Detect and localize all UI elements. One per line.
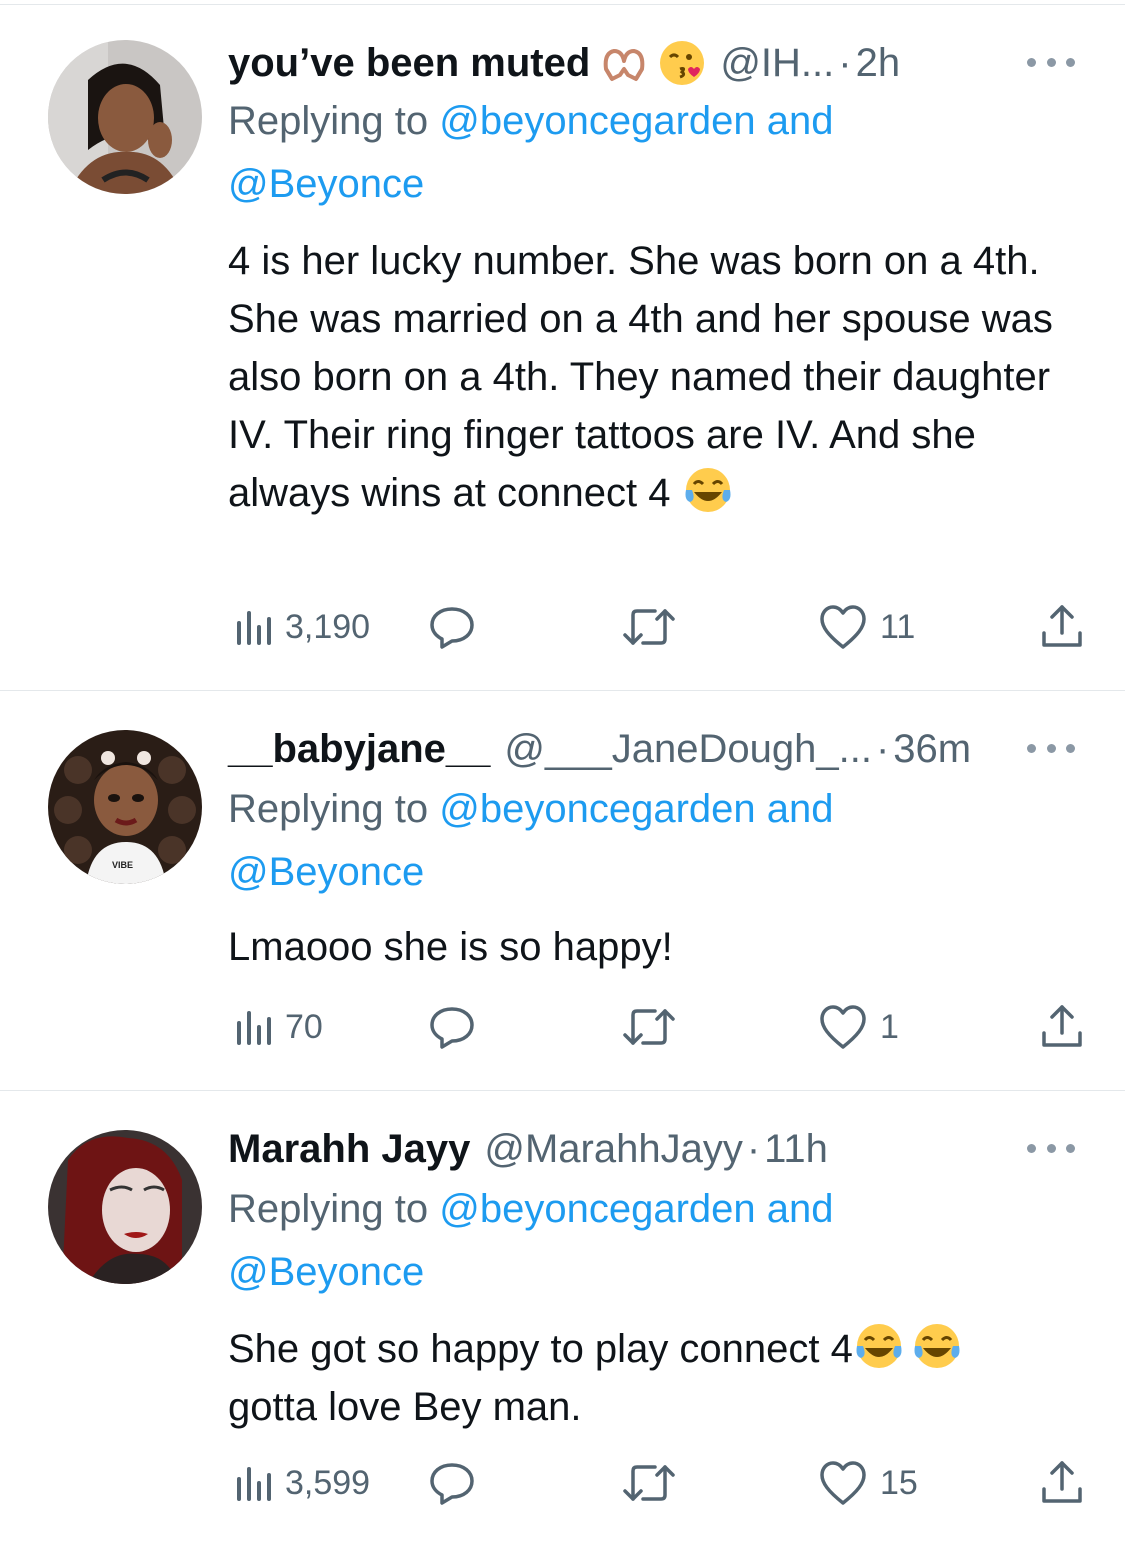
display-name[interactable]: you’ve been muted xyxy=(228,38,590,88)
tears-of-joy-emoji-icon xyxy=(914,1324,960,1368)
tweet-2[interactable]: VIBE __babyjane__ @___JaneDough_... · 36… xyxy=(0,692,1125,1092)
avatar[interactable]: VIBE xyxy=(48,730,202,884)
tweet-text: She got so happy to play connect 4 gotta… xyxy=(228,1320,1068,1436)
tweet-divider xyxy=(0,690,1125,691)
tweet-header: you’ve been muted @IH... · 2h xyxy=(228,38,900,88)
more-icon[interactable] xyxy=(1027,1138,1075,1158)
replying-to: Replying to @beyoncegarden and @Beyonce xyxy=(228,778,988,904)
mention-link[interactable]: @Beyonce xyxy=(228,850,424,894)
replying-to-label: Replying to xyxy=(228,1187,429,1231)
views-icon xyxy=(237,611,271,645)
views-button[interactable]: 3,190 xyxy=(233,602,370,652)
replying-to: Replying to @beyoncegarden and @Beyonce xyxy=(228,1178,988,1304)
tears-of-joy-emoji-icon xyxy=(685,468,731,512)
replying-to-label: Replying to xyxy=(228,787,429,831)
tweet-3[interactable]: Marahh Jayy @MarahhJayy · 11h Replying t… xyxy=(0,1092,1125,1546)
tweet-text: Lmaooo she is so happy! xyxy=(228,918,1068,976)
tweet-text-body: 4 is her lucky number. She was born on a… xyxy=(228,239,1053,515)
share-icon xyxy=(1042,605,1082,647)
mention-link[interactable]: @Beyonce xyxy=(228,1250,424,1294)
mention-and[interactable]: and xyxy=(767,1187,834,1231)
share-icon xyxy=(1042,1461,1082,1503)
tweet-actions: 3,599 15 xyxy=(228,1458,1088,1508)
tweet-divider xyxy=(0,1090,1125,1091)
share-icon xyxy=(1042,1005,1082,1047)
tweet-header: __babyjane__ @___JaneDough_... · 36m xyxy=(228,724,971,774)
retweet-icon xyxy=(623,609,675,645)
replying-to-label: Replying to xyxy=(228,99,429,143)
views-count: 3,599 xyxy=(285,1463,371,1502)
heart-hands-emoji-icon xyxy=(604,49,645,81)
share-button[interactable] xyxy=(1040,1458,1084,1508)
replying-to: Replying to @beyoncegarden and @Beyonce xyxy=(228,90,988,216)
separator-dot: · xyxy=(875,727,890,771)
tweet-header: Marahh Jayy @MarahhJayy · 11h xyxy=(228,1124,828,1174)
mention-and[interactable]: and xyxy=(767,99,834,143)
retweet-button[interactable] xyxy=(621,1002,689,1052)
tweet-text-line-2: gotta love Bey man. xyxy=(228,1385,582,1429)
like-icon xyxy=(820,1461,866,1505)
views-icon xyxy=(237,1467,271,1501)
views-icon xyxy=(237,1011,271,1045)
reply-button[interactable] xyxy=(428,602,488,652)
like-button[interactable]: 15 xyxy=(818,1458,918,1508)
tweet-actions: 70 1 xyxy=(228,1002,1088,1052)
user-handle[interactable]: @IH... xyxy=(720,38,834,88)
timestamp[interactable]: 36m xyxy=(893,724,971,774)
timestamp[interactable]: 2h xyxy=(856,38,901,88)
separator-dot: · xyxy=(838,41,852,85)
tweet-text-line-1: She got so happy to play connect 4 xyxy=(228,1327,853,1371)
like-count: 15 xyxy=(880,1463,918,1502)
retweet-icon xyxy=(623,1009,675,1045)
tweet-1[interactable]: you’ve been muted @IH... · 2h Replying t… xyxy=(0,0,1125,692)
reply-icon xyxy=(430,1463,474,1505)
kissing-face-emoji-icon xyxy=(660,41,705,85)
timestamp[interactable]: 11h xyxy=(764,1124,828,1174)
mention-link[interactable]: @beyoncegarden xyxy=(439,1187,755,1231)
tweet-actions: 3,190 11 xyxy=(228,602,1088,652)
like-icon xyxy=(820,605,866,649)
avatar[interactable] xyxy=(48,1130,202,1284)
like-button[interactable]: 1 xyxy=(818,1002,899,1052)
mention-link[interactable]: @beyoncegarden xyxy=(439,787,755,831)
retweet-button[interactable] xyxy=(621,602,689,652)
reply-button[interactable] xyxy=(428,1002,488,1052)
mention-and[interactable]: and xyxy=(767,787,834,831)
reply-icon xyxy=(430,1007,474,1049)
svg-text:VIBE: VIBE xyxy=(112,860,133,870)
reply-button[interactable] xyxy=(428,1458,488,1508)
more-icon[interactable] xyxy=(1027,52,1075,72)
display-name[interactable]: __babyjane__ xyxy=(228,724,490,774)
reply-icon xyxy=(430,607,474,649)
separator-dot: · xyxy=(746,1127,761,1171)
like-count: 1 xyxy=(880,1007,899,1046)
user-handle[interactable]: @___JaneDough_... xyxy=(504,724,872,774)
views-button[interactable]: 70 xyxy=(233,1002,323,1052)
retweet-icon xyxy=(623,1465,675,1501)
tears-of-joy-emoji-icon xyxy=(856,1324,902,1368)
tweet-text-body: Lmaooo she is so happy! xyxy=(228,925,673,969)
avatar[interactable] xyxy=(48,40,202,194)
mention-link[interactable]: @Beyonce xyxy=(228,162,424,206)
retweet-button[interactable] xyxy=(621,1458,689,1508)
views-count: 3,190 xyxy=(285,607,371,646)
like-count: 11 xyxy=(880,607,916,646)
more-icon[interactable] xyxy=(1027,738,1075,758)
like-button[interactable]: 11 xyxy=(818,602,915,652)
views-button[interactable]: 3,599 xyxy=(233,1458,370,1508)
user-handle[interactable]: @MarahhJayy xyxy=(484,1124,742,1174)
mention-link[interactable]: @beyoncegarden xyxy=(439,99,755,143)
views-count: 70 xyxy=(285,1007,323,1046)
display-name[interactable]: Marahh Jayy xyxy=(228,1124,470,1174)
share-button[interactable] xyxy=(1040,602,1084,652)
share-button[interactable] xyxy=(1040,1002,1084,1052)
like-icon xyxy=(820,1005,866,1049)
tweet-text: 4 is her lucky number. She was born on a… xyxy=(228,232,1068,522)
